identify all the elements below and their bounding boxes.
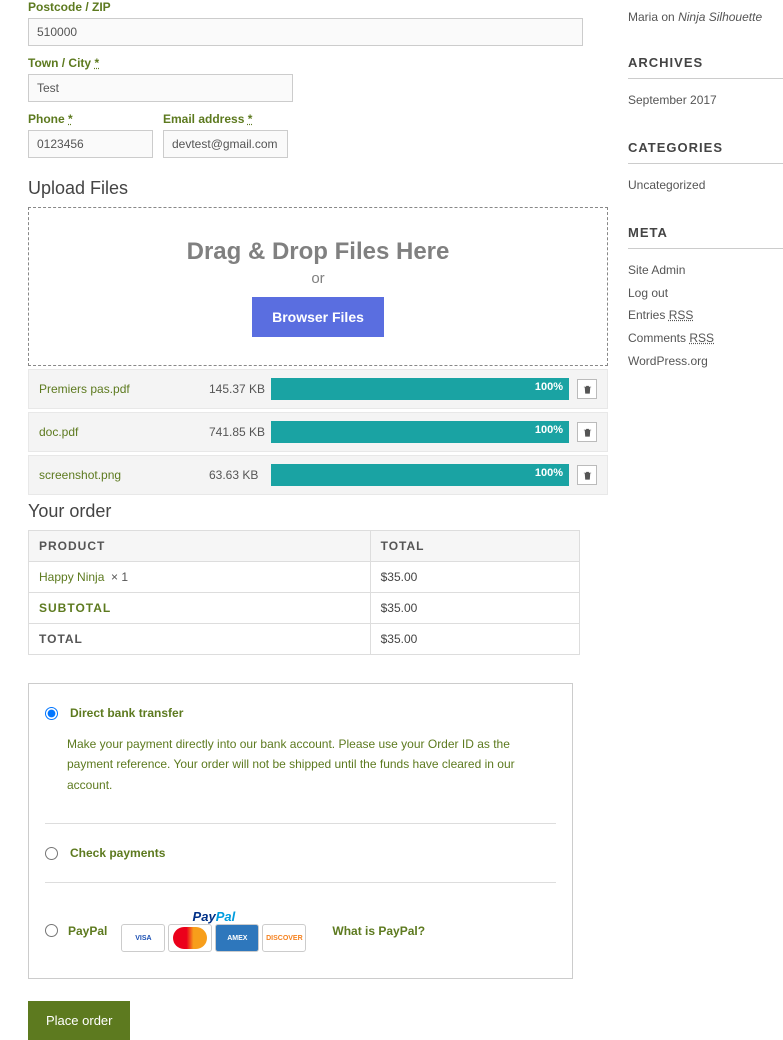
trash-icon — [582, 384, 593, 395]
upload-title: Upload Files — [28, 178, 608, 199]
trash-icon — [582, 427, 593, 438]
categories-heading: CATEGORIES — [628, 140, 783, 164]
file-size: 741.85 KB — [209, 425, 271, 439]
email-input[interactable] — [163, 130, 288, 158]
meta-link-entries-rss[interactable]: Entries RSS — [628, 304, 783, 327]
drop-text: Drag & Drop Files Here — [29, 238, 607, 266]
file-size: 145.37 KB — [209, 382, 271, 396]
phone-label: Phone * — [28, 112, 153, 126]
file-name: Premiers pas.pdf — [39, 382, 209, 396]
email-label: Email address * — [163, 112, 288, 126]
archives-heading: ARCHIVES — [628, 55, 783, 79]
file-name: screenshot.png — [39, 468, 209, 482]
file-size: 63.63 KB — [209, 468, 271, 482]
progress-bar: 100% — [271, 464, 569, 486]
delete-file-button[interactable] — [577, 422, 597, 442]
categories-link[interactable]: Uncategorized — [628, 174, 783, 197]
paypal-label: PayPal — [68, 924, 107, 938]
phone-input[interactable] — [28, 130, 153, 158]
town-label: Town / City * — [28, 56, 608, 70]
progress-bar: 100% — [271, 378, 569, 400]
meta-link-site-admin[interactable]: Site Admin — [628, 259, 783, 282]
radio-check-payments[interactable] — [45, 847, 58, 860]
order-table: PRODUCT TOTAL Happy Ninja × 1 $35.00 SUB… — [28, 530, 580, 655]
progress-bar: 100% — [271, 421, 569, 443]
what-is-paypal-link[interactable]: What is PayPal? — [332, 924, 425, 938]
delete-file-button[interactable] — [577, 379, 597, 399]
th-total: TOTAL — [370, 531, 579, 562]
table-row: Happy Ninja × 1 $35.00 — [29, 562, 580, 593]
dropzone[interactable]: Drag & Drop Files Here or Browser Files — [28, 207, 608, 366]
delete-file-button[interactable] — [577, 465, 597, 485]
radio-paypal[interactable] — [45, 924, 58, 937]
trash-icon — [582, 470, 593, 481]
postcode-input[interactable] — [28, 18, 583, 46]
file-row: doc.pdf 741.85 KB 100% — [28, 412, 608, 452]
th-product: PRODUCT — [29, 531, 371, 562]
radio-bank-transfer[interactable] — [45, 707, 58, 720]
meta-link-comments-rss[interactable]: Comments RSS — [628, 327, 783, 350]
place-order-button[interactable]: Place order — [28, 1001, 130, 1040]
meta-link-logout[interactable]: Log out — [628, 282, 783, 305]
file-row: Premiers pas.pdf 145.37 KB 100% — [28, 369, 608, 409]
file-row: screenshot.png 63.63 KB 100% — [28, 455, 608, 495]
meta-link-wp-org[interactable]: WordPress.org — [628, 350, 783, 373]
paypal-cards-image: PayPal VISA AMEX DISCOVER — [117, 905, 310, 956]
bank-transfer-label: Direct bank transfer — [70, 706, 183, 720]
file-name: doc.pdf — [39, 425, 209, 439]
meta-heading: META — [628, 225, 783, 249]
table-row: TOTAL $35.00 — [29, 624, 580, 655]
drop-or: or — [29, 270, 607, 287]
postcode-label: Postcode / ZIP — [28, 0, 608, 14]
order-title: Your order — [28, 501, 608, 522]
town-input[interactable] — [28, 74, 293, 102]
bank-desc: Make your payment directly into our bank… — [67, 734, 556, 795]
recent-comment: Maria on Ninja Silhouette — [628, 8, 783, 27]
table-row: SUBTOTAL $35.00 — [29, 593, 580, 624]
check-payments-label: Check payments — [70, 846, 165, 860]
payment-box: Direct bank transfer Make your payment d… — [28, 683, 573, 979]
browse-files-button[interactable]: Browser Files — [252, 297, 384, 337]
archives-link[interactable]: September 2017 — [628, 89, 783, 112]
